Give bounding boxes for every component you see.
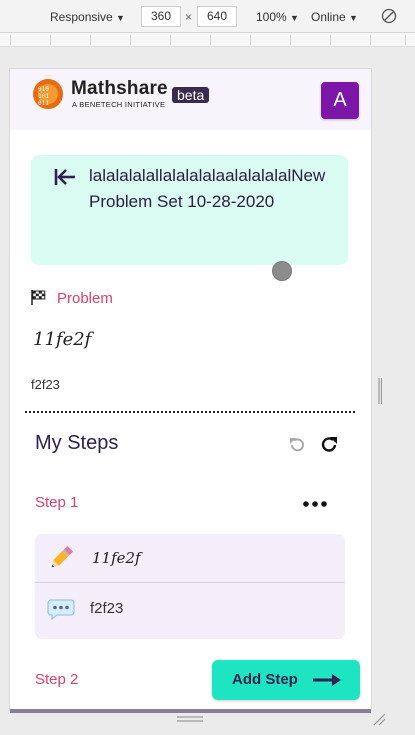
- viewport-bottom-edge: [10, 709, 371, 713]
- comment-icon: [47, 599, 75, 620]
- step-card-separator: [35, 582, 345, 583]
- device-select[interactable]: Responsive ▼: [50, 9, 125, 26]
- undo-icon[interactable]: [288, 436, 306, 454]
- app-header: 010 101 011 Mathshare A BENETECH INITIAT…: [10, 69, 371, 130]
- brand-name: Mathshare: [71, 78, 168, 99]
- svg-text:101: 101: [38, 93, 49, 100]
- section-divider: [25, 411, 355, 413]
- rotate-icon[interactable]: [381, 8, 397, 24]
- svg-text:011: 011: [38, 100, 49, 107]
- network-select[interactable]: Online ▼: [311, 9, 358, 26]
- resize-handle-corner[interactable]: [372, 712, 386, 726]
- problem-label: Problem: [57, 290, 113, 307]
- height-input[interactable]: 640: [197, 6, 237, 27]
- zoom-select-label: 100%: [256, 10, 287, 24]
- arrow-right-icon: [313, 674, 341, 686]
- step-1-equation: 11fe2f: [92, 549, 141, 567]
- resize-handle-bottom[interactable]: [177, 716, 203, 722]
- ruler: [0, 33, 415, 47]
- device-select-label: Responsive: [50, 10, 113, 24]
- zoom-select[interactable]: 100% ▼: [256, 9, 299, 26]
- problem-set-title-card: lalalalalallalalalalaalalalalalNew Probl…: [31, 155, 348, 265]
- problem-equation: 11fe2f: [33, 329, 92, 350]
- dimension-separator: ×: [185, 10, 193, 24]
- problem-text: f2f23: [31, 377, 60, 392]
- step-2-label: Step 2: [35, 671, 79, 688]
- app-viewport: 010 101 011 Mathshare A BENETECH INITIAT…: [10, 69, 371, 709]
- network-dropdown-icon: ▼: [349, 13, 358, 23]
- add-step-label: Add Step: [232, 671, 298, 688]
- add-step-button[interactable]: Add Step: [212, 660, 360, 700]
- user-avatar[interactable]: A: [321, 82, 359, 119]
- beta-badge: beta: [172, 87, 210, 103]
- step-1-explanation: f2f23: [90, 600, 124, 617]
- back-arrow-icon[interactable]: [53, 167, 77, 187]
- redo-icon[interactable]: [319, 435, 339, 455]
- mathshare-logo[interactable]: 010 101 011: [32, 78, 64, 110]
- touch-cursor: [272, 261, 292, 281]
- resize-handle-right[interactable]: [378, 378, 382, 404]
- step-1-label: Step 1: [35, 494, 79, 511]
- step-1-card: 11fe2f f2f23: [35, 534, 345, 639]
- width-input[interactable]: 360: [141, 6, 181, 27]
- pencil-icon: [51, 545, 74, 568]
- flag-icon: [31, 290, 46, 305]
- problem-set-title: lalalalalallalalalalaalalalalalNew Probl…: [89, 166, 326, 211]
- network-select-label: Online: [311, 10, 346, 24]
- svg-text:010: 010: [38, 86, 49, 93]
- device-dropdown-icon: ▼: [116, 13, 125, 23]
- devtools-toolbar: Responsive ▼ 360 × 640 100% ▼ Online ▼: [0, 0, 415, 33]
- more-options-icon[interactable]: [303, 501, 327, 507]
- my-steps-heading: My Steps: [35, 432, 119, 454]
- brand-tagline: A BENETECH INITIATIVE: [72, 100, 166, 109]
- zoom-dropdown-icon: ▼: [290, 13, 299, 23]
